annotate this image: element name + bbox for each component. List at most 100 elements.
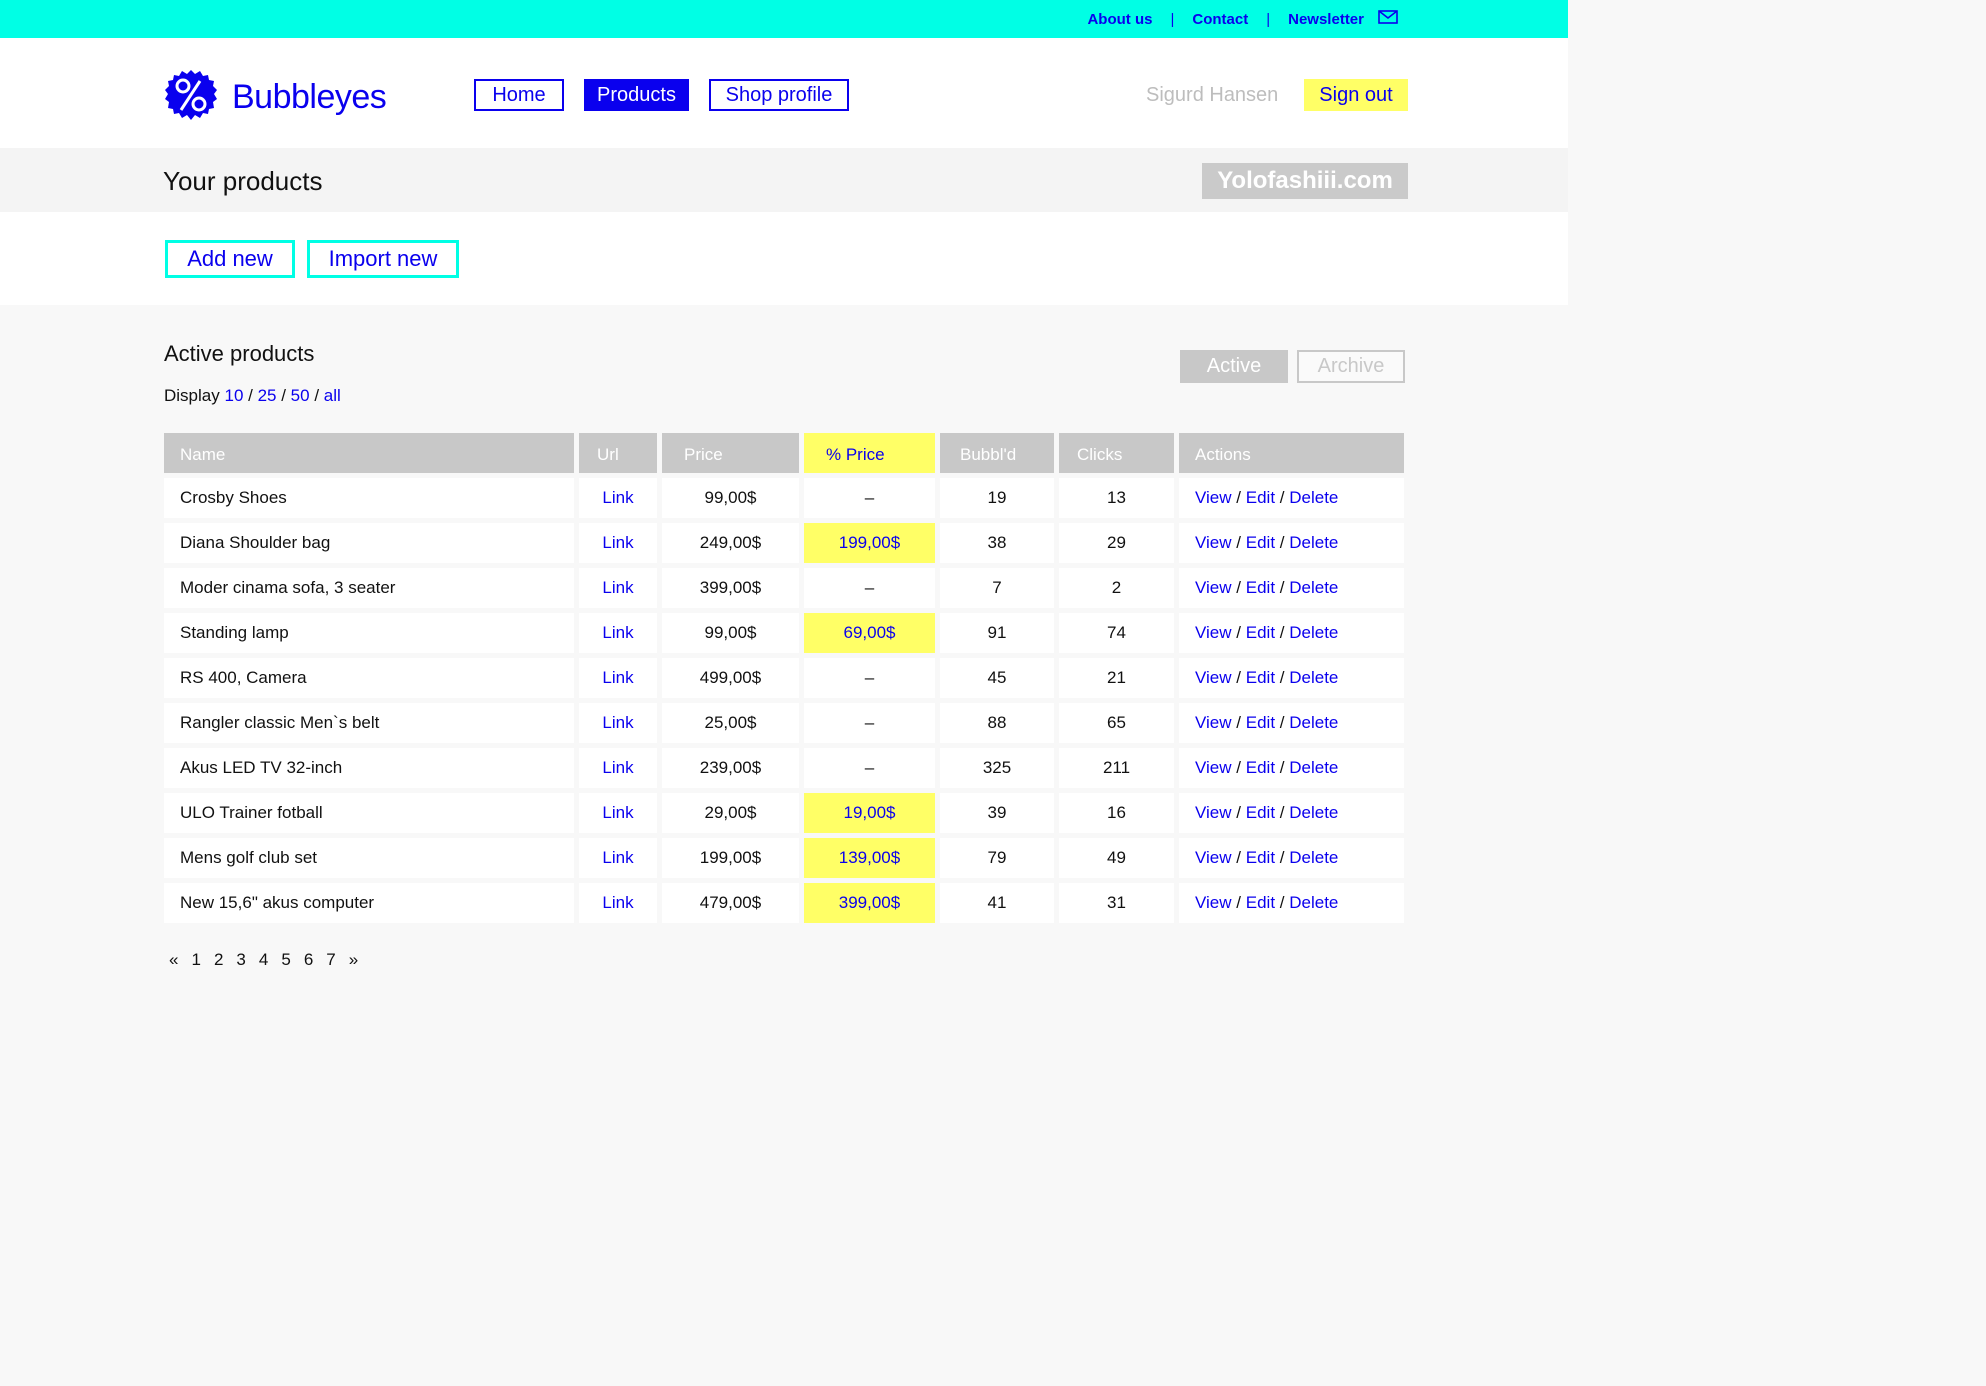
contact-link[interactable]: Contact [1192,11,1248,28]
action-separator: / [1279,848,1285,867]
edit-link[interactable]: Edit [1246,488,1275,508]
edit-link[interactable]: Edit [1246,668,1275,688]
delete-link[interactable]: Delete [1289,488,1338,508]
delete-link[interactable]: Delete [1289,623,1338,643]
view-link[interactable]: View [1195,893,1232,913]
display-25[interactable]: 25 [258,386,277,405]
next-page[interactable]: » [349,950,358,970]
display-all[interactable]: all [324,386,341,405]
product-url-link[interactable]: Link [579,568,657,608]
delete-link[interactable]: Delete [1289,848,1338,868]
nav-products[interactable]: Products [584,79,689,111]
edit-link[interactable]: Edit [1246,803,1275,823]
col-price: Price [662,433,799,473]
about-us-link[interactable]: About us [1087,11,1152,28]
product-bubbled: 88 [940,703,1054,743]
nav-shop-profile[interactable]: Shop profile [709,79,849,111]
logo[interactable]: Bubbleyes [164,68,387,127]
delete-link[interactable]: Delete [1289,713,1338,733]
prev-page[interactable]: « [169,950,178,970]
product-url-link[interactable]: Link [579,613,657,653]
product-actions: View / Edit / Delete [1179,793,1404,833]
col-clicks: Clicks [1059,433,1174,473]
product-price: 399,00$ [662,568,799,608]
product-clicks: 74 [1059,613,1174,653]
edit-link[interactable]: Edit [1246,713,1275,733]
product-price: 199,00$ [662,838,799,878]
view-link[interactable]: View [1195,803,1232,823]
archive-toggle[interactable]: Archive [1297,350,1405,383]
delete-link[interactable]: Delete [1289,578,1338,598]
product-clicks: 21 [1059,658,1174,698]
delete-link[interactable]: Delete [1289,803,1338,823]
product-sale-price: 399,00$ [804,883,935,923]
header: Bubbleyes Home Products Shop profile Sig… [0,38,1568,148]
view-link[interactable]: View [1195,848,1232,868]
edit-link[interactable]: Edit [1246,893,1275,913]
view-link[interactable]: View [1195,713,1232,733]
divider: | [1266,10,1271,28]
product-name: Akus LED TV 32-inch [164,748,574,788]
product-name: Moder cinama sofa, 3 seater [164,568,574,608]
table-row: ULO Trainer fotball Link 29,00$ 19,00$ 39 16 V… [164,793,1406,833]
product-clicks: 49 [1059,838,1174,878]
product-sale-price: – [804,658,935,698]
add-new-button[interactable]: Add new [165,240,295,278]
product-url-link[interactable]: Link [579,703,657,743]
product-url-link[interactable]: Link [579,478,657,518]
newsletter-link[interactable]: Newsletter [1288,11,1364,28]
edit-link[interactable]: Edit [1246,578,1275,598]
page-7[interactable]: 7 [326,950,335,970]
page-2[interactable]: 2 [214,950,223,970]
product-url-link[interactable]: Link [579,658,657,698]
view-link[interactable]: View [1195,758,1232,778]
nav-home[interactable]: Home [474,79,564,111]
delete-link[interactable]: Delete [1289,893,1338,913]
page-6[interactable]: 6 [304,950,313,970]
product-price: 29,00$ [662,793,799,833]
percent-badge-icon [164,68,218,127]
edit-link[interactable]: Edit [1246,623,1275,643]
edit-link[interactable]: Edit [1246,758,1275,778]
product-url-link[interactable]: Link [579,748,657,788]
view-link[interactable]: View [1195,578,1232,598]
active-toggle[interactable]: Active [1180,350,1288,383]
product-url-link[interactable]: Link [579,793,657,833]
title-bar: Your products Yolofashiii.com [0,148,1568,212]
edit-link[interactable]: Edit [1246,848,1275,868]
pagination: « 1 2 3 4 5 6 7 » [169,950,358,970]
table-row: Crosby Shoes Link 99,00$ –19 13 View / Edit /… [164,478,1406,518]
page-3[interactable]: 3 [236,950,245,970]
view-link[interactable]: View [1195,533,1232,553]
view-link[interactable]: View [1195,488,1232,508]
product-actions: View / Edit / Delete [1179,478,1404,518]
sign-out-button[interactable]: Sign out [1304,79,1408,111]
delete-link[interactable]: Delete [1289,758,1338,778]
page-5[interactable]: 5 [281,950,290,970]
product-url-link[interactable]: Link [579,838,657,878]
page-4[interactable]: 4 [259,950,268,970]
product-url-link[interactable]: Link [579,883,657,923]
delete-link[interactable]: Delete [1289,533,1338,553]
delete-link[interactable]: Delete [1289,668,1338,688]
edit-link[interactable]: Edit [1246,533,1275,553]
page-1[interactable]: 1 [191,950,200,970]
view-link[interactable]: View [1195,623,1232,643]
import-new-button[interactable]: Import new [307,240,459,278]
product-clicks: 2 [1059,568,1174,608]
display-50[interactable]: 50 [291,386,310,405]
product-bubbled: 91 [940,613,1054,653]
action-separator: / [1279,623,1285,642]
product-url-link[interactable]: Link [579,523,657,563]
action-separator: / [1236,488,1242,507]
envelope-icon[interactable] [1378,10,1398,28]
product-price: 25,00$ [662,703,799,743]
product-sale-price: 139,00$ [804,838,935,878]
view-link[interactable]: View [1195,668,1232,688]
page-title: Your products [163,166,323,196]
display-10[interactable]: 10 [224,386,243,405]
action-separator: / [1236,713,1242,732]
action-separator: / [1279,668,1285,687]
product-bubbled: 19 [940,478,1054,518]
product-name: ULO Trainer fotball [164,793,574,833]
